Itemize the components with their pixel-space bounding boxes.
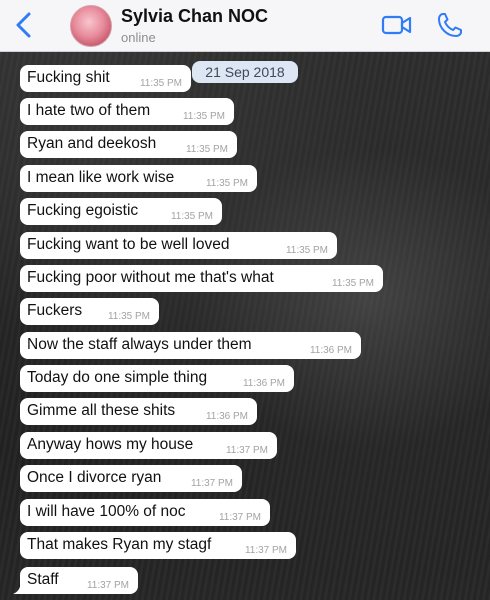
message-text: Fuckers — [27, 302, 83, 319]
message-text: I mean like work wise — [27, 169, 175, 186]
message-text: That makes Ryan my stagf — [27, 536, 212, 553]
message-time: 11:35 PM — [331, 278, 374, 289]
message-text: Fucking poor without me that's what — [27, 269, 274, 286]
message-text: Fucking want to be well loved — [27, 236, 230, 253]
message-text: I will have 100% of noc — [27, 503, 186, 520]
message-time: 11:37 PM — [244, 545, 287, 556]
chat-area[interactable]: 21 Sep 2018 Fucking shit 11:35 PM I hate… — [0, 52, 490, 600]
message-time: 11:35 PM — [107, 311, 150, 322]
message-time: 11:35 PM — [185, 144, 228, 155]
contact-avatar[interactable] — [70, 5, 112, 47]
message-text: Fucking egoistic — [27, 202, 139, 219]
message-bubble[interactable]: Fucking shit 11:35 PM — [20, 65, 191, 92]
message-text: Ryan and deekosh — [27, 135, 157, 152]
message-text: Staff — [27, 571, 59, 588]
back-chevron-icon[interactable] — [10, 10, 40, 40]
message-text: Now the staff always under them — [27, 336, 252, 353]
message-text: Today do one simple thing — [27, 369, 208, 386]
message-time: 11:36 PM — [242, 378, 285, 389]
message-bubble[interactable]: Once I divorce ryan 11:37 PM — [20, 465, 242, 492]
message-bubble[interactable]: Gimme all these shits 11:36 PM — [20, 398, 257, 425]
message-bubble[interactable]: That makes Ryan my stagf 11:37 PM — [20, 532, 296, 559]
message-text: Gimme all these shits — [27, 402, 176, 419]
message-time: 11:36 PM — [309, 345, 352, 356]
message-time: 11:35 PM — [139, 78, 182, 89]
date-separator: 21 Sep 2018 — [192, 61, 298, 83]
message-bubble[interactable]: Fucking want to be well loved 11:35 PM — [20, 232, 337, 259]
message-bubble[interactable]: Anyway hows my house 11:37 PM — [20, 432, 277, 459]
message-bubble[interactable]: Today do one simple thing 11:36 PM — [20, 365, 294, 392]
message-bubble[interactable]: Staff 11:37 PM — [20, 567, 138, 594]
phone-call-icon[interactable] — [436, 11, 464, 39]
message-time: 11:36 PM — [205, 411, 248, 422]
message-text: Fucking shit — [27, 69, 110, 86]
message-time: 11:37 PM — [86, 580, 129, 591]
message-bubble[interactable]: I mean like work wise 11:35 PM — [20, 165, 257, 192]
message-time: 11:37 PM — [218, 512, 261, 523]
message-bubble[interactable]: I hate two of them 11:35 PM — [20, 98, 234, 125]
contact-status: online — [121, 30, 156, 45]
message-time: 11:35 PM — [182, 111, 225, 122]
message-time: 11:35 PM — [285, 245, 328, 256]
message-text: Once I divorce ryan — [27, 469, 162, 486]
message-bubble[interactable]: Fucking egoistic 11:35 PM — [20, 198, 222, 225]
message-time: 11:37 PM — [190, 478, 233, 489]
message-time: 11:37 PM — [225, 445, 268, 456]
message-bubble[interactable]: Fuckers 11:35 PM — [20, 298, 159, 325]
message-time: 11:35 PM — [205, 178, 248, 189]
contact-name[interactable]: Sylvia Chan NOC — [121, 6, 268, 27]
message-bubble[interactable]: Now the staff always under them 11:36 PM — [20, 332, 361, 359]
message-bubble[interactable]: I will have 100% of noc 11:37 PM — [20, 499, 270, 526]
message-text: I hate two of them — [27, 102, 151, 119]
message-time: 11:35 PM — [170, 211, 213, 222]
chat-header: Sylvia Chan NOC online — [0, 0, 490, 52]
message-bubble[interactable]: Fucking poor without me that's what 11:3… — [20, 265, 383, 292]
message-text: Anyway hows my house — [27, 436, 194, 453]
message-bubble[interactable]: Ryan and deekosh 11:35 PM — [20, 131, 237, 158]
video-call-icon[interactable] — [381, 11, 413, 39]
